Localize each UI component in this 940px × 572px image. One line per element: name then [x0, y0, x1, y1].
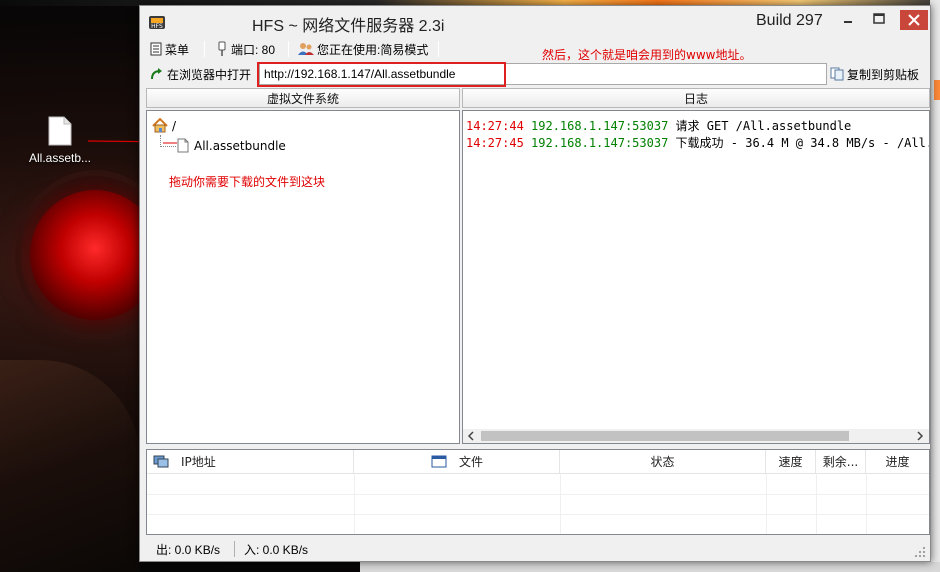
vfs-file-node[interactable]: All.assetbundle: [177, 138, 286, 153]
status-separator: [234, 541, 235, 557]
column-ip[interactable]: IP地址: [147, 450, 354, 474]
background-window-edge-accent: [934, 80, 940, 100]
port-label: 端口: 80: [231, 42, 276, 57]
copy-to-clipboard-label: 复制到剪贴板: [847, 67, 920, 82]
clipboard-icon: [830, 67, 844, 81]
scroll-left-icon[interactable]: [466, 431, 476, 441]
table-row: [147, 475, 929, 495]
users-icon: [298, 43, 314, 55]
vfs-root-label: /: [172, 118, 177, 133]
url-field[interactable]: [259, 63, 827, 85]
column-progress-label: 进度: [885, 455, 910, 469]
tree-connector: [160, 135, 176, 147]
vfs-file-label: All.assetbundle: [194, 138, 286, 153]
toolbar-separator: [438, 41, 439, 57]
log-view[interactable]: 14:27:44 192.168.1.147:53037 请求 GET /All…: [462, 110, 930, 444]
vfs-tree[interactable]: / All.assetbundle 拖动你需要下载的文件到这块: [146, 110, 460, 444]
network-icon: [153, 455, 169, 468]
log-line: 14:27:44 192.168.1.147:53037 请求 GET /All…: [466, 117, 851, 134]
annotation-drag-note: 拖动你需要下载的文件到这块: [169, 175, 326, 189]
column-speed[interactable]: 速度: [766, 450, 816, 474]
hfs-app-icon: HFS: [149, 16, 165, 30]
column-remaining-label: 剩余...: [822, 455, 859, 469]
open-in-browser-label: 在浏览器中打开: [167, 67, 252, 82]
upload-speed: 出: 0.0 KB/s: [156, 543, 221, 557]
file-icon: [48, 116, 72, 146]
maximize-button[interactable]: [868, 10, 890, 28]
desktop-wallpaper-shape: [0, 360, 140, 572]
column-file-label: 文件: [459, 455, 484, 469]
file-icon: [177, 138, 189, 153]
column-divider: [816, 474, 817, 534]
toolbar-separator: [204, 41, 205, 57]
connections-table[interactable]: IP地址 文件 状态 速度 剩余... 进度: [146, 449, 930, 535]
log-horizontal-scrollbar[interactable]: [463, 429, 929, 443]
download-speed: 入: 0.0 KB/s: [244, 543, 309, 557]
menu-icon: [150, 42, 162, 56]
log-message: 请求 GET /All.assetbundle: [675, 119, 852, 133]
svg-text:HFS: HFS: [151, 23, 163, 30]
toolbar-separator: [288, 41, 289, 57]
column-divider: [560, 474, 561, 534]
port-button[interactable]: 端口: 80: [216, 40, 275, 58]
open-arrow-icon: [151, 68, 162, 80]
taskbar-edge: [360, 562, 940, 572]
desktop-file-label: All.assetb...: [28, 151, 92, 165]
scroll-right-icon[interactable]: [915, 431, 925, 441]
resize-grip-icon[interactable]: [912, 546, 926, 558]
log-line: 14:27:45 192.168.1.147:53037 下载成功 - 36.4…: [466, 134, 930, 151]
drag-arrow-head: [163, 142, 177, 144]
connections-header: IP地址 文件 状态 速度 剩余... 进度: [147, 450, 929, 474]
minimize-button[interactable]: [837, 10, 859, 28]
table-row: [147, 515, 929, 535]
column-status-label: 状态: [650, 455, 675, 469]
close-button[interactable]: [900, 10, 928, 30]
log-panel-header: 日志: [462, 88, 930, 108]
log-time: 14:27:45: [466, 136, 524, 150]
mode-label: 您正在使用:简易模式: [317, 42, 429, 57]
home-icon: [152, 118, 168, 133]
window-title: HFS ~ 网络文件服务器 2.3i: [252, 18, 445, 35]
column-ip-label: IP地址: [181, 455, 216, 469]
url-toolbar: 在浏览器中打开 复制到剪贴板: [140, 62, 930, 87]
column-divider: [354, 474, 355, 534]
log-time: 14:27:44: [466, 119, 524, 133]
annotation-url-note: 然后，这个就是咱会用到的www地址。: [542, 48, 752, 62]
copy-to-clipboard-button[interactable]: 复制到剪贴板: [830, 65, 919, 83]
column-remaining[interactable]: 剩余...: [816, 450, 866, 474]
mode-button[interactable]: 您正在使用:简易模式: [298, 40, 428, 58]
table-row: [147, 495, 929, 515]
status-bar: 出: 0.0 KB/s 入: 0.0 KB/s: [140, 538, 930, 561]
log-ip: 192.168.1.147:53037: [531, 136, 669, 150]
vfs-root-node[interactable]: /: [152, 118, 176, 133]
column-divider: [866, 474, 867, 534]
log-ip: 192.168.1.147:53037: [531, 119, 669, 133]
column-divider: [766, 474, 767, 534]
scrollbar-thumb[interactable]: [481, 431, 849, 441]
vfs-panel-header: 虚拟文件系统: [146, 88, 460, 108]
column-status[interactable]: 状态: [560, 450, 766, 474]
menu-button[interactable]: 菜单: [150, 40, 189, 58]
menu-label: 菜单: [165, 42, 190, 57]
window-icon: [431, 455, 447, 468]
plug-icon: [218, 41, 226, 56]
hfs-window: HFS HFS ~ 网络文件服务器 2.3i Build 297 菜单 端口: …: [139, 5, 931, 562]
title-bar[interactable]: HFS HFS ~ 网络文件服务器 2.3i Build 297: [140, 6, 930, 36]
log-message: 下载成功 - 36.4 M @ 34.8 MB/s - /All.a: [675, 136, 930, 150]
main-toolbar: 菜单 端口: 80 您正在使用:简易模式: [140, 38, 930, 60]
column-speed-label: 速度: [778, 455, 803, 469]
column-file[interactable]: 文件: [354, 450, 560, 474]
build-label: Build 297: [756, 12, 823, 29]
open-in-browser-button[interactable]: 在浏览器中打开: [150, 65, 251, 83]
column-progress[interactable]: 进度: [866, 450, 929, 474]
